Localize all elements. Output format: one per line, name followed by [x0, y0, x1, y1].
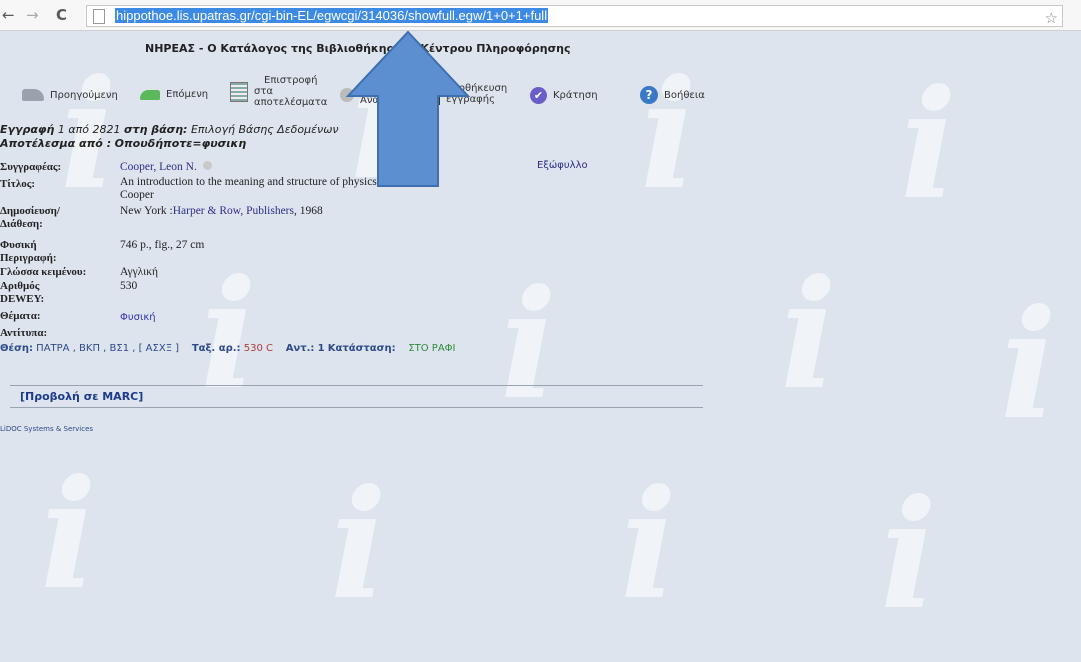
- help-button[interactable]: ? Βοήθεια: [640, 86, 705, 104]
- record-index: 1 από: [57, 123, 89, 136]
- publication-label-2: Διάθεση:: [0, 218, 43, 230]
- footer-text: LiDOC Systems & Services: [0, 425, 94, 433]
- help-icon: ?: [640, 86, 658, 104]
- checkmark-icon: ✔: [530, 87, 547, 104]
- copies-label: Αντίτυπα:: [0, 327, 48, 339]
- call-number-label: Ταξ. αρ.:: [191, 343, 241, 354]
- dewey-value: 530: [120, 280, 138, 292]
- publication-year: , 1968: [294, 205, 323, 217]
- author-label: Συγγραφέας:: [0, 161, 62, 173]
- divider-bottom: [10, 407, 703, 408]
- publication-label: Δημοσίευση/ Διάθεση:: [0, 205, 60, 231]
- results-list-icon: [230, 81, 248, 102]
- page-icon: [93, 9, 105, 24]
- dewey-label-2: DEWEY:: [0, 293, 45, 305]
- back-arrow-icon[interactable]: ←: [2, 6, 15, 24]
- publisher-link[interactable]: Harper & Row, Publishers: [173, 205, 294, 217]
- title-line-2: Cooper: [120, 189, 154, 201]
- divider-top: [10, 385, 703, 386]
- address-bar[interactable]: hippothoe.lis.upatras.gr/cgi-bin-EL/egwc…: [86, 5, 1063, 27]
- dewey-label: Αριθμός DEWEY:: [0, 280, 44, 306]
- record-info: Εγγραφή 1 από 2821 στη βάση: Επιλογή Βάσ…: [0, 123, 339, 151]
- copy-value: 1: [317, 343, 325, 354]
- url-text[interactable]: hippothoe.lis.upatras.gr/cgi-bin-EL/egwc…: [115, 8, 549, 23]
- return-label-1: Επιστροφή: [264, 75, 318, 86]
- reserve-label: Κράτηση: [553, 90, 598, 101]
- title-label: Τίτλος:: [0, 178, 36, 190]
- database-label: στη βάση:: [123, 123, 188, 136]
- copy-label: Αντ.:: [285, 343, 315, 354]
- prev-button[interactable]: Προηγούμενη: [22, 89, 118, 101]
- physical-desc-value: 746 p., fig., 27 cm: [120, 239, 205, 251]
- record-word: Εγγραφή: [0, 123, 55, 136]
- physical-label-1: Φυσική: [0, 239, 37, 251]
- marc-view-link[interactable]: [Προβολή σε MARC]: [20, 390, 143, 403]
- bookmark-star-icon[interactable]: ☆: [1045, 9, 1058, 27]
- dewey-label-1: Αριθμός: [0, 280, 40, 292]
- help-label: Βοήθεια: [664, 89, 705, 101]
- publication-place: New York :: [120, 205, 173, 217]
- position-label: Θέση:: [0, 343, 33, 354]
- browser-toolbar: ← → C hippothoe.lis.upatras.gr/cgi-bin-E…: [0, 0, 1081, 31]
- cover-link[interactable]: Εξώφυλλο: [537, 160, 588, 171]
- language-label: Γλώσσα κειμένου:: [0, 266, 87, 278]
- status-value: ΣΤΟ ΡΑΦΙ: [408, 343, 456, 354]
- reload-icon[interactable]: C: [56, 6, 67, 24]
- author-value: Cooper, Leon N.: [120, 161, 212, 174]
- database-value: Επιλογή Βάσης Δεδομένων: [190, 123, 339, 136]
- call-number-value: 530 C: [243, 343, 273, 354]
- next-label: Επόμενη: [166, 89, 209, 100]
- disc-icon[interactable]: [202, 161, 212, 170]
- subject-link[interactable]: Φυσική: [120, 312, 156, 323]
- next-icon: [140, 89, 160, 100]
- record-total: 2821: [92, 123, 121, 136]
- physical-label-2: Περιγραφή:: [0, 252, 57, 264]
- position-value: ΠΑΤΡΑ , ΒΚΠ , ΒΣ1 , [ ΑΣΧΞ ]: [36, 343, 180, 354]
- publication-label-1: Δημοσίευση/: [0, 205, 60, 217]
- status-label: Κατάσταση:: [327, 343, 396, 354]
- prev-label: Προηγούμενη: [50, 89, 118, 101]
- arrow-shape: [345, 30, 471, 187]
- next-button[interactable]: Επόμενη: [140, 89, 208, 100]
- return-label-3: αποτελέσματα: [254, 97, 328, 108]
- previous-icon: [22, 89, 44, 101]
- author-link[interactable]: Cooper, Leon N.: [120, 161, 197, 173]
- forward-arrow-icon[interactable]: →: [26, 6, 39, 24]
- publication-value: New York :Harper & Row, Publishers, 1968: [120, 205, 323, 218]
- query-value: Οπουδήποτε=φυσικη: [114, 137, 247, 150]
- page-content: ΝΗΡΕΑΣ - Ο Κατάλογος της Βιβλιοθήκης και…: [0, 30, 1081, 662]
- language-value: Αγγλική: [120, 266, 159, 278]
- physical-desc-label: Φυσική Περιγραφή:: [0, 239, 57, 265]
- result-from-label: Αποτέλεσμα από :: [0, 137, 112, 150]
- reserve-button[interactable]: ✔ Κράτηση: [530, 87, 598, 104]
- blue-arrow-annotation: [345, 30, 471, 187]
- return-results-button[interactable]: Επιστροφή στα αποτελέσματα: [230, 75, 327, 108]
- subjects-label: Θέματα:: [0, 310, 41, 322]
- return-label-2: στα: [254, 86, 273, 97]
- holding-location: Θέση: ΠΑΤΡΑ , ΒΚΠ , ΒΣ1 , [ ΑΣΧΞ ] Ταξ. …: [0, 343, 455, 354]
